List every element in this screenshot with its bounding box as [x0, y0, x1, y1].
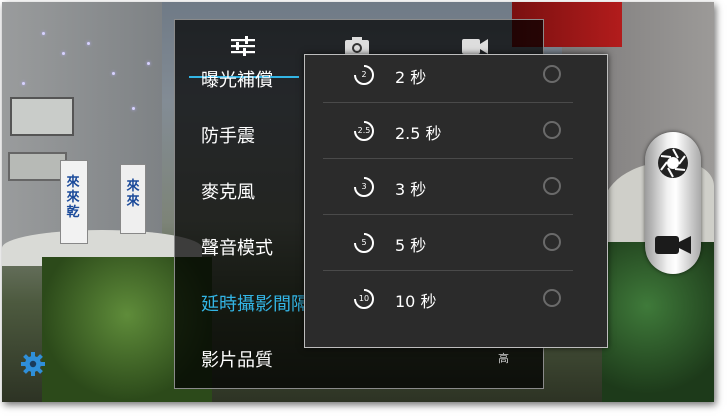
- video-quality-value: 高: [498, 352, 509, 365]
- menu-item-stabilization[interactable]: 防手震: [201, 122, 255, 148]
- shop-sign-text: 來來: [126, 179, 140, 209]
- interval-radio-button[interactable]: [543, 65, 561, 83]
- menu-item-microphone[interactable]: 麥克風: [201, 178, 255, 204]
- string-light: [22, 82, 25, 85]
- sliders-icon: [230, 35, 256, 61]
- string-light: [132, 107, 135, 110]
- interval-option-2s[interactable]: 2 2 秒: [305, 55, 607, 103]
- interval-option-label: 10 秒: [395, 292, 437, 311]
- interval-radio-button[interactable]: [543, 177, 561, 195]
- timer-icon-value: 2.5: [357, 126, 371, 135]
- interval-radio-button[interactable]: [543, 289, 561, 307]
- time-lapse-interval-popup: 2 2 秒 2.5 2.5 秒 3 3 秒 5 5 秒 10 10 秒: [304, 54, 608, 348]
- timer-icon: 10: [353, 288, 375, 310]
- string-light: [112, 72, 115, 75]
- string-light: [87, 42, 90, 45]
- timer-icon-value: 10: [358, 294, 370, 303]
- interval-option-2.5s[interactable]: 2.5 2.5 秒: [305, 103, 607, 159]
- background-shop-sign: 來來: [120, 164, 146, 234]
- interval-option-label: 3 秒: [395, 180, 427, 199]
- capture-mode-panel: [645, 132, 701, 274]
- menu-item-exposure[interactable]: 曝光補償: [201, 66, 273, 92]
- timer-icon: 3: [353, 176, 375, 198]
- string-light: [42, 32, 45, 35]
- timer-icon: 5: [353, 232, 375, 254]
- string-light: [147, 62, 150, 65]
- timer-icon-value: 2: [361, 70, 367, 79]
- video-camera-icon: [653, 233, 693, 261]
- interval-option-3s[interactable]: 3 3 秒: [305, 159, 607, 215]
- interval-radio-button[interactable]: [543, 233, 561, 251]
- timer-icon: 2.5: [353, 120, 375, 142]
- timer-icon-value: 5: [361, 238, 367, 247]
- menu-item-time-lapse-interval[interactable]: 延時攝影間隔: [201, 290, 309, 316]
- shutter-icon: [656, 146, 690, 184]
- string-light: [62, 52, 65, 55]
- settings-gear-button[interactable]: [20, 351, 46, 381]
- interval-option-label: 2.5 秒: [395, 124, 442, 143]
- camera-viewfinder[interactable]: 來來乾 來來 曝光補償 防手震 麥克風 聲音模式 延時攝影間隔 影片品質 高 2…: [2, 2, 714, 402]
- shutter-button[interactable]: [650, 137, 696, 193]
- shop-sign-text: 來來乾: [66, 175, 80, 220]
- background-window: [8, 152, 67, 181]
- video-mode-button[interactable]: [650, 227, 696, 267]
- timer-icon-value: 3: [361, 182, 367, 191]
- background-window: [10, 97, 74, 136]
- interval-option-5s[interactable]: 5 5 秒: [305, 215, 607, 271]
- interval-radio-button[interactable]: [543, 121, 561, 139]
- interval-option-10s[interactable]: 10 10 秒: [305, 271, 607, 327]
- menu-item-audio-mode[interactable]: 聲音模式: [201, 234, 273, 260]
- interval-option-label: 2 秒: [395, 68, 427, 87]
- menu-item-video-quality[interactable]: 影片品質: [201, 346, 273, 372]
- tab-general-settings[interactable]: [225, 34, 261, 62]
- gear-icon: [20, 352, 46, 381]
- timer-icon: 2: [353, 64, 375, 86]
- background-shop-sign: 來來乾: [60, 160, 88, 244]
- interval-option-label: 5 秒: [395, 236, 427, 255]
